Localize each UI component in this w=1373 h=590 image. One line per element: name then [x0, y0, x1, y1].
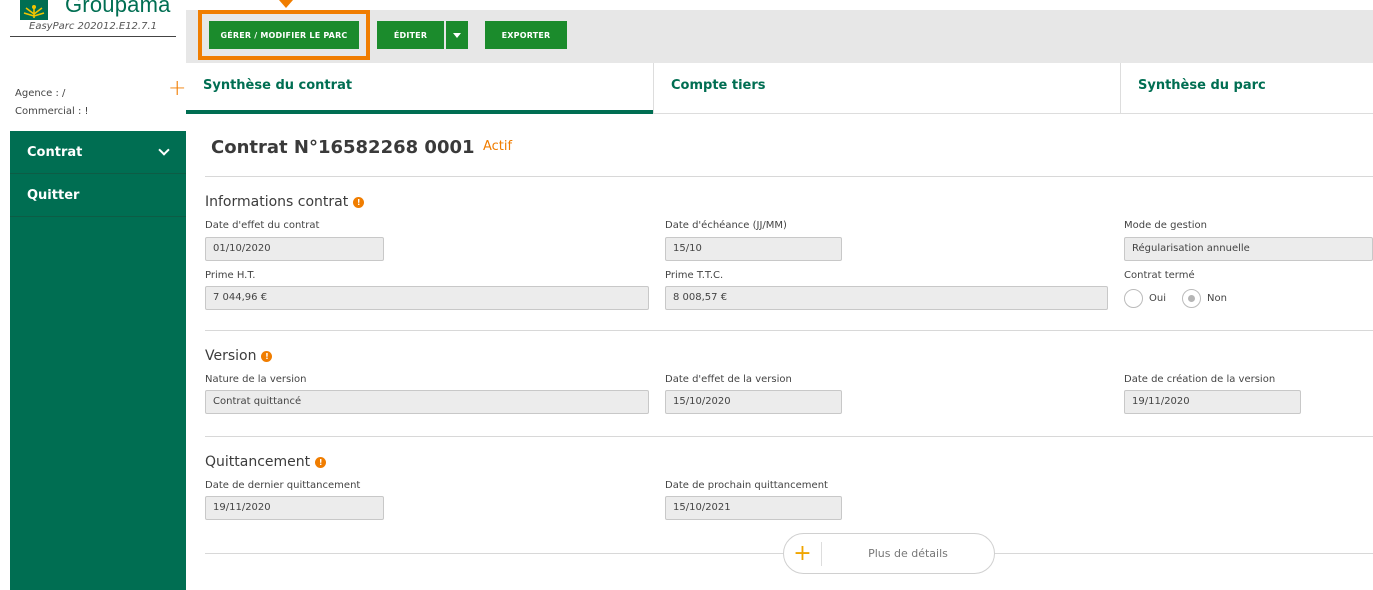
- date-effet-version-field: 15/10/2020: [665, 390, 842, 414]
- info-icon[interactable]: !: [261, 350, 273, 362]
- commercial-label: Commercial : !: [15, 106, 89, 117]
- prochain-quittancement-label: Date de prochain quittancement: [665, 480, 828, 491]
- plus-icon: +: [784, 541, 822, 566]
- plus-de-details-button[interactable]: + Plus de détails: [783, 533, 995, 574]
- caret-down-icon: [453, 32, 461, 38]
- editer-dropdown-button[interactable]: [446, 21, 468, 49]
- radio-non[interactable]: [1182, 289, 1201, 308]
- info-icon[interactable]: !: [353, 196, 365, 208]
- section-title-quittancement: Quittancement !: [205, 454, 327, 470]
- section-title-version: Version !: [205, 348, 273, 364]
- section-title-text: Quittancement: [205, 454, 311, 470]
- section-title-text: Version: [205, 348, 257, 364]
- mode-gestion-label: Mode de gestion: [1124, 220, 1207, 231]
- prime-ht-field: 7 044,96 €: [205, 286, 649, 310]
- agence-label: Agence : /: [15, 88, 66, 99]
- date-creation-version-label: Date de création de la version: [1124, 374, 1276, 385]
- prime-ttc-label: Prime T.T.C.: [665, 270, 724, 281]
- page-title: Contrat N°16582268 0001: [211, 137, 475, 158]
- section-title-info: Informations contrat !: [205, 194, 365, 210]
- dernier-quittancement-field: 19/11/2020: [205, 496, 384, 520]
- date-effet-version-label: Date d'effet de la version: [665, 374, 792, 385]
- date-creation-version-field: 19/11/2020: [1124, 390, 1301, 414]
- status-badge: Actif: [483, 139, 513, 154]
- add-agent-icon[interactable]: +: [168, 78, 186, 100]
- app-version: EasyParc 202012.E12.7.1: [10, 21, 176, 37]
- sidebar-item-label: Contrat: [27, 144, 83, 160]
- contrat-terme-label: Contrat termé: [1124, 270, 1195, 281]
- tab-bar: Synthèse du contrat Compte tiers Synthès…: [186, 63, 1373, 114]
- sidebar-item-quitter[interactable]: Quitter: [10, 174, 186, 217]
- prime-ttc-field: 8 008,57 €: [665, 286, 1108, 310]
- radio-oui[interactable]: [1124, 289, 1143, 308]
- sidebar-item-label: Quitter: [27, 187, 80, 203]
- nature-version-label: Nature de la version: [205, 374, 307, 385]
- mode-gestion-field: Régularisation annuelle: [1124, 237, 1373, 261]
- nature-version-field: Contrat quittancé: [205, 390, 649, 414]
- section-title-text: Informations contrat: [205, 194, 349, 210]
- editer-button[interactable]: ÉDITER: [377, 21, 444, 49]
- date-echeance-label: Date d'échéance (JJ/MM): [665, 220, 787, 231]
- prime-ht-label: Prime H.T.: [205, 270, 256, 281]
- tab-synthese-parc[interactable]: Synthèse du parc: [1120, 63, 1373, 114]
- plus-de-details-label: Plus de détails: [868, 547, 948, 560]
- info-icon[interactable]: !: [315, 456, 327, 468]
- divider: [205, 436, 1373, 437]
- dernier-quittancement-label: Date de dernier quittancement: [205, 480, 361, 491]
- date-echeance-field: 15/10: [665, 237, 842, 261]
- action-toolbar: GÉRER / MODIFIER LE PARC ÉDITER EXPORTER: [186, 10, 1373, 63]
- exporter-button[interactable]: EXPORTER: [485, 21, 567, 49]
- gerer-parc-button[interactable]: GÉRER / MODIFIER LE PARC: [198, 10, 370, 60]
- sidebar-item-contrat[interactable]: Contrat: [10, 131, 186, 174]
- sidebar-nav: Contrat Quitter: [10, 131, 186, 590]
- date-effet-field: 01/10/2020: [205, 237, 384, 261]
- groupama-logo-icon: [20, 0, 48, 20]
- radio-non-label: Non: [1207, 293, 1227, 304]
- radio-oui-label: Oui: [1149, 293, 1166, 304]
- highlight-pointer-icon: [279, 0, 293, 8]
- date-effet-label: Date d'effet du contrat: [205, 220, 320, 231]
- chevron-down-icon: [158, 143, 170, 156]
- brand-name: Groupama: [65, 0, 171, 17]
- divider: [205, 330, 1373, 331]
- tab-compte-tiers[interactable]: Compte tiers: [653, 63, 1120, 114]
- prochain-quittancement-field: 15/10/2021: [665, 496, 842, 520]
- tab-synthese-contrat[interactable]: Synthèse du contrat: [186, 63, 653, 114]
- divider: [205, 176, 1373, 177]
- brand-header: Groupama EasyParc 202012.E12.7.1: [10, 0, 186, 60]
- contrat-terme-radios: Oui Non: [1124, 289, 1227, 308]
